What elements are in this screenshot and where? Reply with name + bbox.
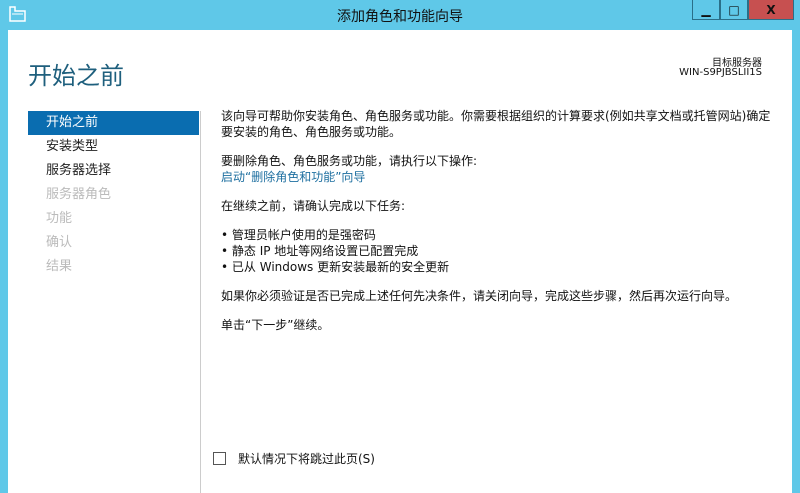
wizard-client: 开始之前 目标服务器 WIN-S9PJBSLII1S 开始之前 安装类型 服务器… <box>8 30 792 493</box>
maximize-button[interactable]: □ <box>720 0 748 20</box>
confirm-text: 在继续之前，请确认完成以下任务: <box>221 199 406 213</box>
next-text: 单击“下一步”继续。 <box>221 318 330 332</box>
step-features: 功能 <box>46 211 73 226</box>
skip-page-label: 默认情况下将跳过此页(S) <box>238 452 375 466</box>
main-content: 该向导可帮助你安装角色、角色服务或功能。你需要根据组织的计算要求(例如共享文档或… <box>221 108 781 346</box>
list-item: 管理员帐户使用的是强密码 <box>221 227 781 243</box>
step-before-you-begin[interactable]: 开始之前 <box>28 111 199 135</box>
remove-text: 要删除角色、角色服务或功能，请执行以下操作: <box>221 154 478 168</box>
title-bar[interactable]: 添加角色和功能向导 ▁ □ X <box>0 0 800 30</box>
step-confirmation: 确认 <box>46 235 73 250</box>
verify-text: 如果你必须验证是否已完成上述任何先决条件，请关闭向导，完成这些步骤，然后再次运行… <box>221 289 738 303</box>
page-title: 开始之前 <box>28 62 124 90</box>
close-button[interactable]: X <box>748 0 794 20</box>
intro-text: 该向导可帮助你安装角色、角色服务或功能。你需要根据组织的计算要求(例如共享文档或… <box>221 109 771 139</box>
task-list: 管理员帐户使用的是强密码 静态 IP 地址等网络设置已配置完成 已从 Windo… <box>221 227 781 275</box>
skip-page-checkbox[interactable]: 默认情况下将跳过此页(S) <box>213 450 375 467</box>
step-server-selection[interactable]: 服务器选择 <box>28 159 199 183</box>
checkbox[interactable] <box>213 452 226 465</box>
remove-roles-link[interactable]: 启动“删除角色和功能”向导 <box>221 170 365 184</box>
list-item: 静态 IP 地址等网络设置已配置完成 <box>221 243 781 259</box>
step-installation-type[interactable]: 安装类型 <box>28 135 199 159</box>
wizard-steps: 开始之前 安装类型 服务器选择 服务器角色 功能 确认 结果 <box>28 111 199 279</box>
sidebar-divider <box>200 111 201 493</box>
window-title: 添加角色和功能向导 <box>337 9 463 25</box>
step-results: 结果 <box>46 259 73 274</box>
minimize-button[interactable]: ▁ <box>692 0 720 20</box>
step-server-roles: 服务器角色 <box>46 187 112 202</box>
list-item: 已从 Windows 更新安装最新的安全更新 <box>221 259 781 275</box>
target-server-name: WIN-S9PJBSLII1S <box>679 67 762 78</box>
